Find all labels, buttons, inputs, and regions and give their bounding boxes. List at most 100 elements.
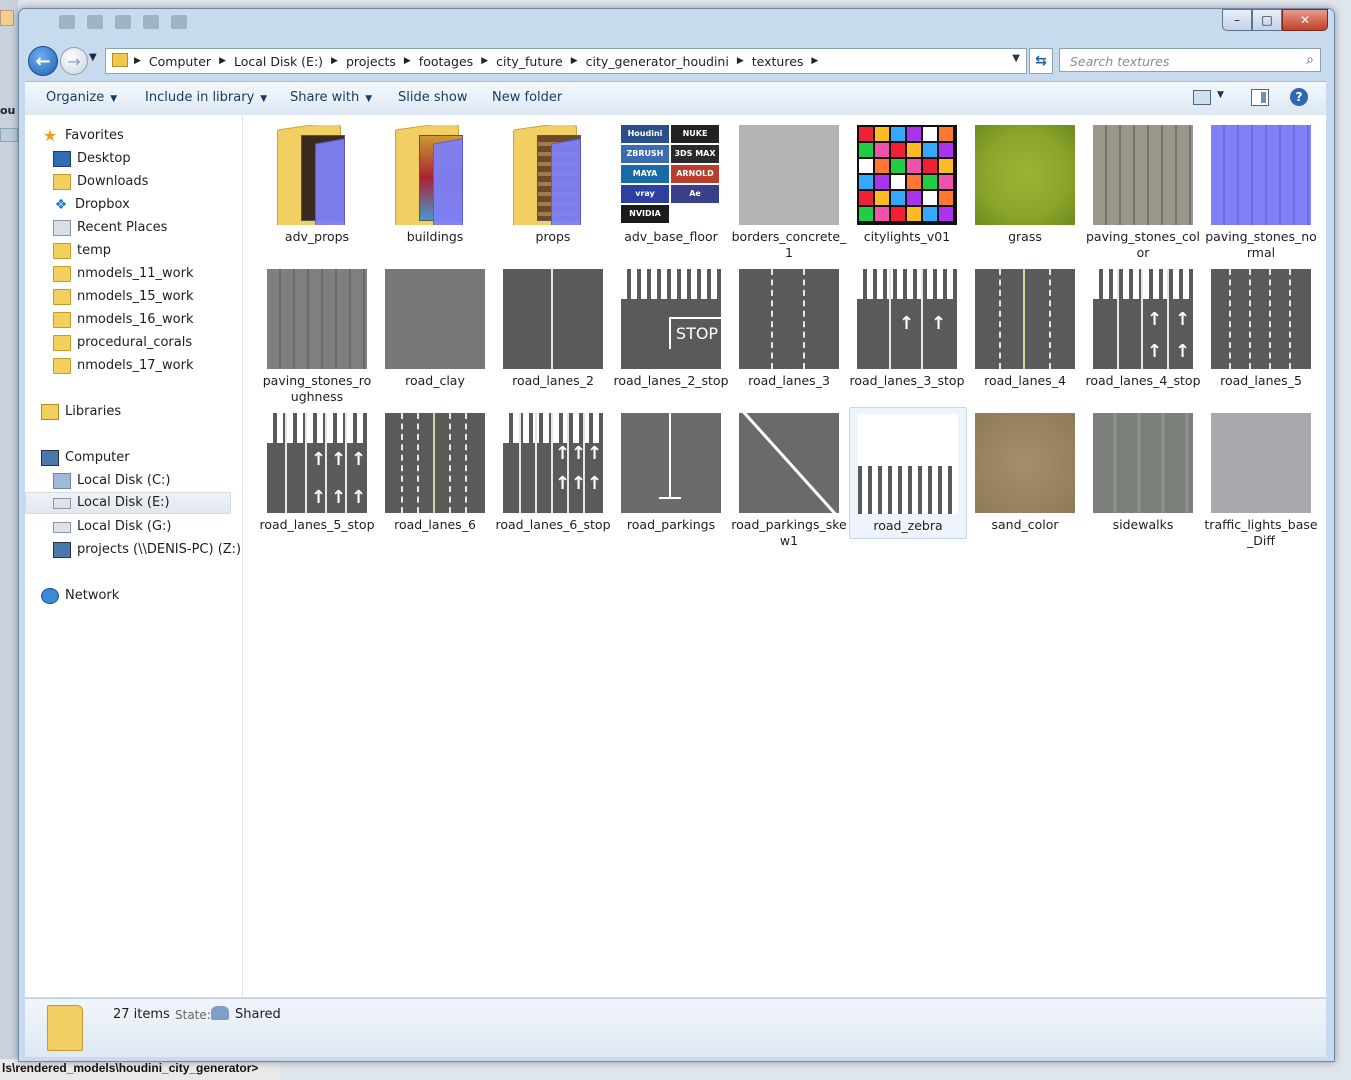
- forward-button[interactable]: →: [60, 47, 88, 75]
- breadcrumb-item[interactable]: Local Disk (E:): [228, 54, 329, 69]
- file-item[interactable]: paving_stones_roughness: [259, 269, 375, 405]
- folder-item[interactable]: buildings: [377, 125, 493, 245]
- file-name: road_lanes_6: [394, 517, 476, 532]
- search-icon[interactable]: ⌕: [1306, 52, 1314, 68]
- file-item[interactable]: sand_color: [967, 413, 1083, 533]
- breadcrumb-separator-icon[interactable]: ▶: [402, 56, 413, 66]
- breadcrumb-separator-icon[interactable]: ▶: [809, 56, 820, 66]
- image-thumbnail: [739, 269, 839, 369]
- breadcrumb-separator-icon[interactable]: ▶: [735, 56, 746, 66]
- breadcrumb-separator-icon[interactable]: ▶: [217, 56, 228, 66]
- file-item[interactable]: road_parkings_skew1: [731, 413, 847, 549]
- file-item[interactable]: grass: [967, 125, 1083, 245]
- file-item[interactable]: STOP road_lanes_2_stop: [613, 269, 729, 389]
- sidebar-item-desktop[interactable]: Desktop: [53, 148, 131, 170]
- sidebar-item-procedural-corals[interactable]: procedural_corals: [53, 332, 192, 354]
- file-item[interactable]: road_parkings: [613, 413, 729, 533]
- breadcrumb-item[interactable]: city_generator_houdini: [580, 54, 735, 69]
- file-item[interactable]: traffic_lights_base_Diff: [1203, 413, 1319, 549]
- file-item[interactable]: road_lanes_3: [731, 269, 847, 389]
- sidebar-item-nmodels-17-work[interactable]: nmodels_17_work: [53, 355, 194, 377]
- network-drive-icon: [53, 542, 71, 558]
- file-item[interactable]: paving_stones_normal: [1203, 125, 1319, 261]
- light-poster-swatch: [907, 127, 921, 141]
- file-item[interactable]: borders_concrete_1: [731, 125, 847, 261]
- breadcrumb-item[interactable]: textures: [746, 54, 810, 69]
- maximize-button[interactable]: □: [1252, 9, 1282, 31]
- close-button[interactable]: ✕: [1282, 9, 1328, 31]
- sidebar-network[interactable]: Network: [41, 585, 119, 607]
- file-item[interactable]: road_lanes_2: [495, 269, 611, 389]
- preview-pane-icon[interactable]: [1251, 89, 1269, 106]
- search-input[interactable]: [1068, 50, 1292, 72]
- software-logo: ZBRUSH: [621, 145, 669, 163]
- sidebar-item-nmodels-11-work[interactable]: nmodels_11_work: [53, 263, 194, 285]
- file-item[interactable]: citylights_v01: [849, 125, 965, 245]
- organize-menu[interactable]: Organize ▼: [46, 82, 117, 115]
- sidebar-item-projects-network-drive[interactable]: projects (\\DENIS-PC) (Z:): [53, 539, 241, 561]
- sidebar-favorites[interactable]: ★ Favorites: [41, 125, 124, 147]
- minimize-button[interactable]: –: [1222, 9, 1252, 31]
- software-logo: vray: [621, 185, 669, 203]
- help-button[interactable]: ?: [1290, 88, 1308, 106]
- file-item[interactable]: ↑ ↑ ↑ ↑ ↑ ↑ road_lanes_5_stop: [259, 413, 375, 533]
- slide-show-button[interactable]: Slide show: [398, 82, 467, 115]
- lane-arrow-icon: ↑: [351, 487, 367, 508]
- breadcrumb-separator-icon[interactable]: ▶: [329, 56, 340, 66]
- share-with-menu[interactable]: Share with ▼: [290, 82, 372, 115]
- breadcrumb-item[interactable]: Computer: [143, 54, 217, 69]
- image-thumbnail: [267, 269, 367, 369]
- sidebar-item-temp[interactable]: temp: [53, 240, 111, 262]
- sidebar-item-local-disk-c[interactable]: Local Disk (C:): [53, 470, 170, 492]
- sidebar-item-downloads[interactable]: Downloads: [53, 171, 148, 193]
- file-item[interactable]: road_clay: [377, 269, 493, 389]
- file-item[interactable]: ↑ ↑ road_lanes_3_stop: [849, 269, 965, 389]
- sidebar-computer[interactable]: Computer: [41, 447, 130, 469]
- sidebar-item-local-disk-e[interactable]: Local Disk (E:): [25, 492, 231, 514]
- view-options-dropdown-icon[interactable]: ▼: [1217, 90, 1224, 100]
- sidebar-libraries[interactable]: Libraries: [41, 401, 121, 423]
- file-item[interactable]: road_lanes_5: [1203, 269, 1319, 389]
- sidebar-item-nmodels-15-work[interactable]: nmodels_15_work: [53, 286, 194, 308]
- folder-item[interactable]: adv_props: [259, 125, 375, 245]
- file-item[interactable]: paving_stones_color: [1085, 125, 1201, 261]
- lane-arrow-icon: ↑: [899, 313, 915, 334]
- back-button[interactable]: ←: [28, 46, 58, 76]
- new-folder-button[interactable]: New folder: [492, 82, 562, 115]
- light-poster-swatch: [859, 143, 873, 157]
- sidebar-item-local-disk-g[interactable]: Local Disk (G:): [53, 516, 171, 538]
- folder-item[interactable]: props: [495, 125, 611, 245]
- include-in-library-menu[interactable]: Include in library ▼: [145, 82, 267, 115]
- title-bar[interactable]: – □ ✕: [19, 9, 1334, 43]
- recent-pages-dropdown-icon[interactable]: ▼: [89, 52, 97, 63]
- breadcrumb-separator-icon[interactable]: ▶: [132, 56, 143, 66]
- file-name: road_lanes_2: [512, 373, 594, 388]
- file-name: road_lanes_5: [1220, 373, 1302, 388]
- breadcrumb-item[interactable]: city_future: [490, 54, 569, 69]
- file-item[interactable]: road_lanes_6: [377, 413, 493, 533]
- address-dropdown-icon[interactable]: ▼: [1012, 53, 1020, 64]
- refresh-button[interactable]: ⇆: [1029, 48, 1053, 74]
- file-item[interactable]: Houdini NUKE ZBRUSH 3DS MAX MAYA ARNOLD vray Ae…: [613, 125, 729, 245]
- breadcrumb-item[interactable]: footages: [413, 54, 479, 69]
- file-item[interactable]: road_lanes_4: [967, 269, 1083, 389]
- file-item[interactable]: sidewalks: [1085, 413, 1201, 533]
- breadcrumb-separator-icon[interactable]: ▶: [569, 56, 580, 66]
- sidebar-item-nmodels-16-work[interactable]: nmodels_16_work: [53, 309, 194, 331]
- drive-icon: [53, 497, 71, 509]
- address-bar[interactable]: ▶ Computer ▶ Local Disk (E:) ▶ projects ▶ foota…: [105, 48, 1027, 74]
- file-item[interactable]: road_zebra: [849, 407, 967, 539]
- parking-line: [741, 413, 837, 513]
- sidebar-item-dropbox[interactable]: ❖ Dropbox: [53, 194, 130, 216]
- sidebar-item-recent-places[interactable]: Recent Places: [53, 217, 167, 239]
- lane-line: [449, 413, 451, 513]
- breadcrumb-item[interactable]: projects: [340, 54, 402, 69]
- breadcrumb-separator-icon[interactable]: ▶: [479, 56, 490, 66]
- file-item[interactable]: ↑ ↑ ↑ ↑ ↑ ↑ road_lanes_6_stop: [495, 413, 611, 533]
- file-list: adv_props buildings props Houdini NUKE ZBRUSH…: [243, 115, 1326, 997]
- light-poster-swatch: [939, 143, 953, 157]
- file-item[interactable]: ↑ ↑ ↑ ↑ road_lanes_4_stop: [1085, 269, 1201, 389]
- lane-line: [551, 413, 553, 513]
- search-box[interactable]: ⌕: [1059, 48, 1321, 72]
- change-view-icon[interactable]: [1193, 90, 1211, 105]
